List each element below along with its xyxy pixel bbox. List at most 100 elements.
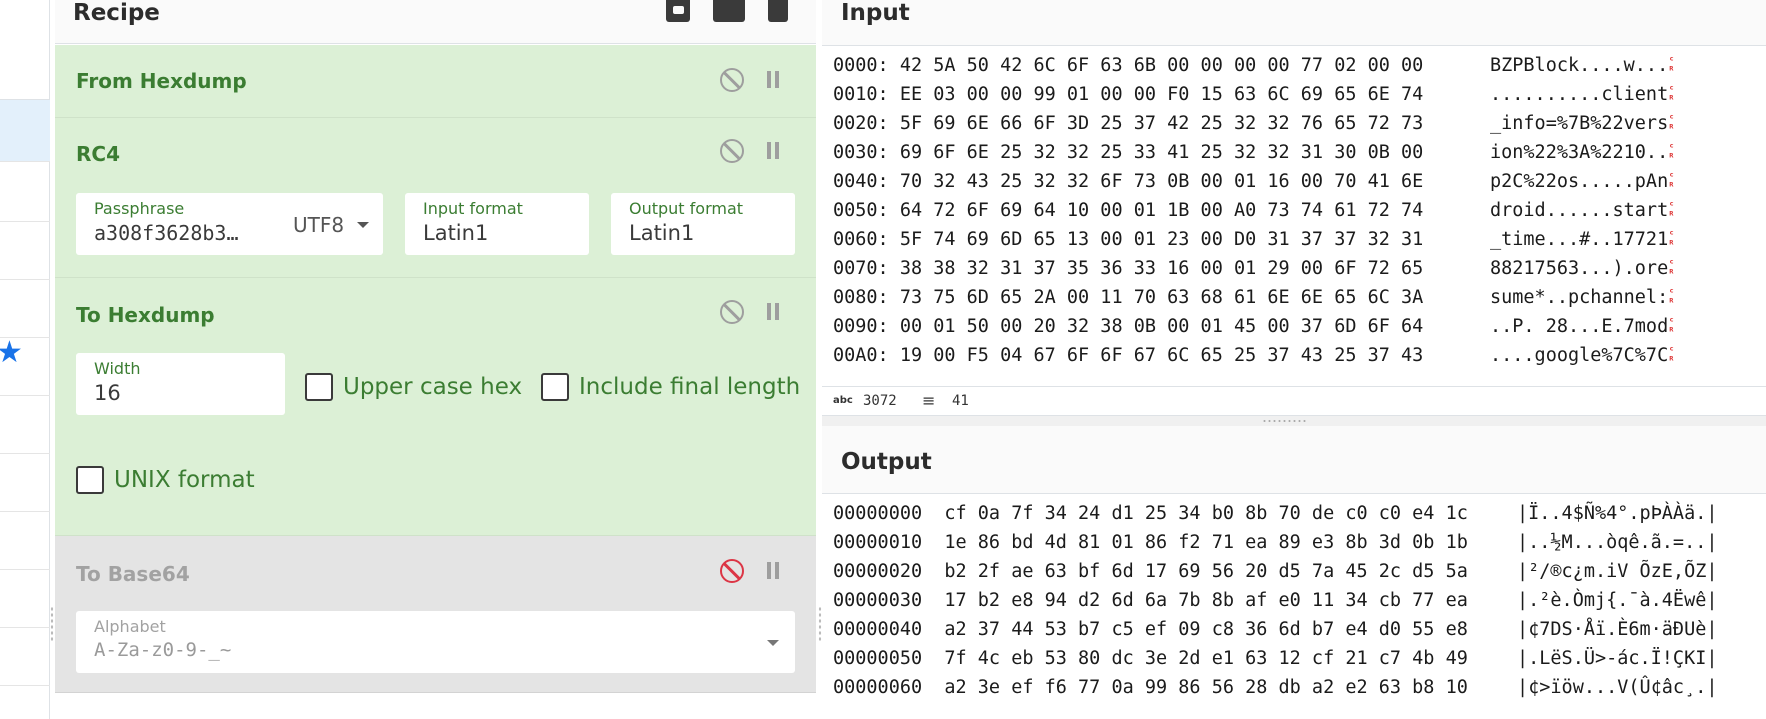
output-format-field[interactable]: Output format Latin1 xyxy=(611,193,795,255)
recipe-title: Recipe xyxy=(73,0,160,26)
carriage-return-icon: ᶜᴿ xyxy=(1668,286,1675,309)
breakpoint-icon[interactable] xyxy=(761,139,785,163)
operation-list-item[interactable] xyxy=(0,570,50,628)
disable-operation-icon[interactable] xyxy=(720,559,744,583)
operation-list-item[interactable] xyxy=(0,280,50,338)
checkbox-label: Include final length xyxy=(579,374,801,400)
carriage-return-icon: ᶜᴿ xyxy=(1668,83,1675,106)
breakpoint-icon[interactable] xyxy=(761,559,785,583)
passphrase-label: Passphrase xyxy=(94,199,185,218)
column-resize-handle[interactable] xyxy=(50,606,54,642)
input-status-bar: abc 3072 ≡ 41 xyxy=(822,386,1766,416)
operation-from-hexdump: From Hexdump xyxy=(55,45,816,118)
chevron-down-icon xyxy=(767,640,779,646)
input-line-hex: 0080: 73 75 6D 65 2A 00 11 70 63 68 61 6… xyxy=(833,287,1424,308)
checkbox-label: UNIX format xyxy=(114,467,255,493)
disable-operation-icon[interactable] xyxy=(720,300,744,324)
disable-operation-icon[interactable] xyxy=(720,139,744,163)
cyberchef-app: ★ Recipe From Hexdump RC4 Passphrase a30… xyxy=(0,0,1766,719)
output-line-ascii: |²/®c¿m.iV ÕzE,ÕZ| xyxy=(1517,561,1718,582)
carriage-return-icon: ᶜᴿ xyxy=(1668,315,1675,338)
carriage-return-icon: ᶜᴿ xyxy=(1668,54,1675,77)
input-line-hex: 0010: EE 03 00 00 99 01 00 00 F0 15 63 6… xyxy=(833,84,1424,105)
operations-list: ★ xyxy=(0,0,50,719)
operation-rc4: RC4 Passphrase a308f3628b3… UTF8 Input f… xyxy=(55,118,816,278)
input-line-hex: 0050: 64 72 6F 69 64 10 00 01 1B 00 A0 7… xyxy=(833,200,1424,221)
output-line-hex: 00000040 a2 37 44 53 b7 c5 ef 09 c8 36 6… xyxy=(833,619,1468,640)
checkbox-box[interactable] xyxy=(305,373,333,401)
checkbox-box[interactable] xyxy=(76,466,104,494)
output-format-value: Latin1 xyxy=(629,221,695,245)
operation-title: To Hexdump xyxy=(76,303,215,327)
save-recipe-icon[interactable] xyxy=(665,0,691,22)
length-icon: abc xyxy=(833,395,853,406)
operation-list-item[interactable] xyxy=(0,454,50,512)
output-line-hex: 00000030 17 b2 e8 94 d2 6d 6a 7b 8b af e… xyxy=(833,590,1468,611)
input-line-ascii-text: droid......start xyxy=(1490,200,1669,221)
breakpoint-icon[interactable] xyxy=(761,68,785,92)
width-input[interactable]: 16 xyxy=(94,381,121,405)
carriage-return-icon: ᶜᴿ xyxy=(1668,199,1675,222)
output-title: Output xyxy=(841,449,932,475)
operation-list-item[interactable] xyxy=(0,512,50,570)
input-textarea[interactable]: 0000: 42 5A 50 42 6C 6F 63 6B 00 00 00 0… xyxy=(822,47,1766,386)
output-line-hex: 00000010 1e 86 bd 4d 81 01 86 f2 71 ea 8… xyxy=(833,532,1468,553)
io-panel: Input 0000: 42 5A 50 42 6C 6F 63 6B 00 0… xyxy=(822,0,1766,719)
passphrase-input[interactable]: a308f3628b3… xyxy=(94,221,264,245)
checkbox-box[interactable] xyxy=(541,373,569,401)
operation-list-item[interactable] xyxy=(0,222,50,280)
output-textarea[interactable]: 00000000 cf 0a 7f 34 24 d1 25 34 b0 8b 7… xyxy=(822,495,1766,719)
carriage-return-icon: ᶜᴿ xyxy=(1668,257,1675,280)
output-line-hex: 00000060 a2 3e ef f6 77 0a 99 86 56 28 d… xyxy=(833,677,1468,698)
input-format-field[interactable]: Input format Latin1 xyxy=(405,193,589,255)
lines-icon: ≡ xyxy=(922,391,936,410)
input-line-ascii: sume*..pchannel:ᶜ ᴿ xyxy=(1490,283,1675,312)
input-line-ascii: droid......startᶜ ᴿ xyxy=(1490,196,1675,225)
input-line-ascii-text: sume*..pchannel: xyxy=(1490,287,1669,308)
operation-list-item[interactable] xyxy=(0,396,50,454)
input-line-ascii-text: _info=%7B%22vers xyxy=(1490,113,1669,134)
unix-format-checkbox[interactable]: UNIX format xyxy=(76,463,266,497)
output-line-ascii: |¢>ïöw...V(Û¢âc¸.| xyxy=(1517,677,1718,698)
pane-resize-handle[interactable] xyxy=(822,416,1766,426)
carriage-return-icon: ᶜᴿ xyxy=(1668,228,1675,251)
operation-list-item[interactable] xyxy=(0,338,50,396)
include-final-length-checkbox[interactable]: Include final length xyxy=(541,370,800,404)
input-line-ascii-text: ..P. 28...E.7mod xyxy=(1490,316,1669,337)
input-line-hex: 0000: 42 5A 50 42 6C 6F 63 6B 00 00 00 0… xyxy=(833,55,1424,76)
width-label: Width xyxy=(94,359,141,378)
input-line-hex: 0030: 69 6F 6E 25 32 32 25 33 41 25 32 3… xyxy=(833,142,1424,163)
operation-list-item[interactable]: ★ xyxy=(0,162,50,368)
upper-case-hex-checkbox[interactable]: Upper case hex xyxy=(305,370,522,404)
operation-list-item[interactable] xyxy=(0,628,50,686)
breakpoint-icon[interactable] xyxy=(761,300,785,324)
output-line-hex: 00000020 b2 2f ae 63 bf 6d 17 69 56 20 d… xyxy=(833,561,1468,582)
input-line-ascii-text: p2C%22os.....pAn xyxy=(1490,171,1669,192)
input-line-ascii-text: ion%22%3A%2210.. xyxy=(1490,142,1669,163)
passphrase-field[interactable]: Passphrase a308f3628b3… UTF8 xyxy=(76,193,383,255)
input-line-ascii-text: ..........client xyxy=(1490,84,1669,105)
clear-recipe-icon[interactable] xyxy=(767,0,789,22)
input-line-ascii: _time...#..17721ᶜ ᴿ xyxy=(1490,225,1675,254)
output-line-hex: 00000000 cf 0a 7f 34 24 d1 25 34 b0 8b 7… xyxy=(833,503,1468,524)
input-line-ascii: ion%22%3A%2210..ᶜ ᴿ xyxy=(1490,138,1675,167)
width-field[interactable]: Width 16 xyxy=(76,353,285,415)
input-line-ascii-text: ....google%7C%7C xyxy=(1490,345,1669,366)
operation-list-item[interactable] xyxy=(0,100,50,162)
input-line-hex: 0020: 5F 69 6E 66 6F 3D 25 37 42 25 32 3… xyxy=(833,113,1424,134)
passphrase-encoding-dropdown[interactable]: UTF8 xyxy=(293,213,344,237)
input-format-value: Latin1 xyxy=(423,221,489,245)
operations-search-area xyxy=(0,0,50,100)
recipe-header: Recipe xyxy=(55,0,816,44)
output-line-ascii: |.LëS.Ü>-ác.Ï!ÇKI| xyxy=(1517,648,1718,669)
carriage-return-icon: ᶜᴿ xyxy=(1668,344,1675,367)
input-format-label: Input format xyxy=(423,199,523,218)
chevron-down-icon xyxy=(357,222,369,228)
grip-icon xyxy=(1262,419,1306,423)
alphabet-dropdown[interactable]: Alphabet A-Za-z0-9-_~ xyxy=(76,611,795,673)
load-recipe-icon[interactable] xyxy=(713,0,745,22)
input-line-ascii: _info=%7B%22versᶜ ᴿ xyxy=(1490,109,1675,138)
alphabet-value: A-Za-z0-9-_~ xyxy=(94,639,232,661)
disable-operation-icon[interactable] xyxy=(720,68,744,92)
input-line-hex: 0040: 70 32 43 25 32 32 6F 73 0B 00 01 1… xyxy=(833,171,1424,192)
